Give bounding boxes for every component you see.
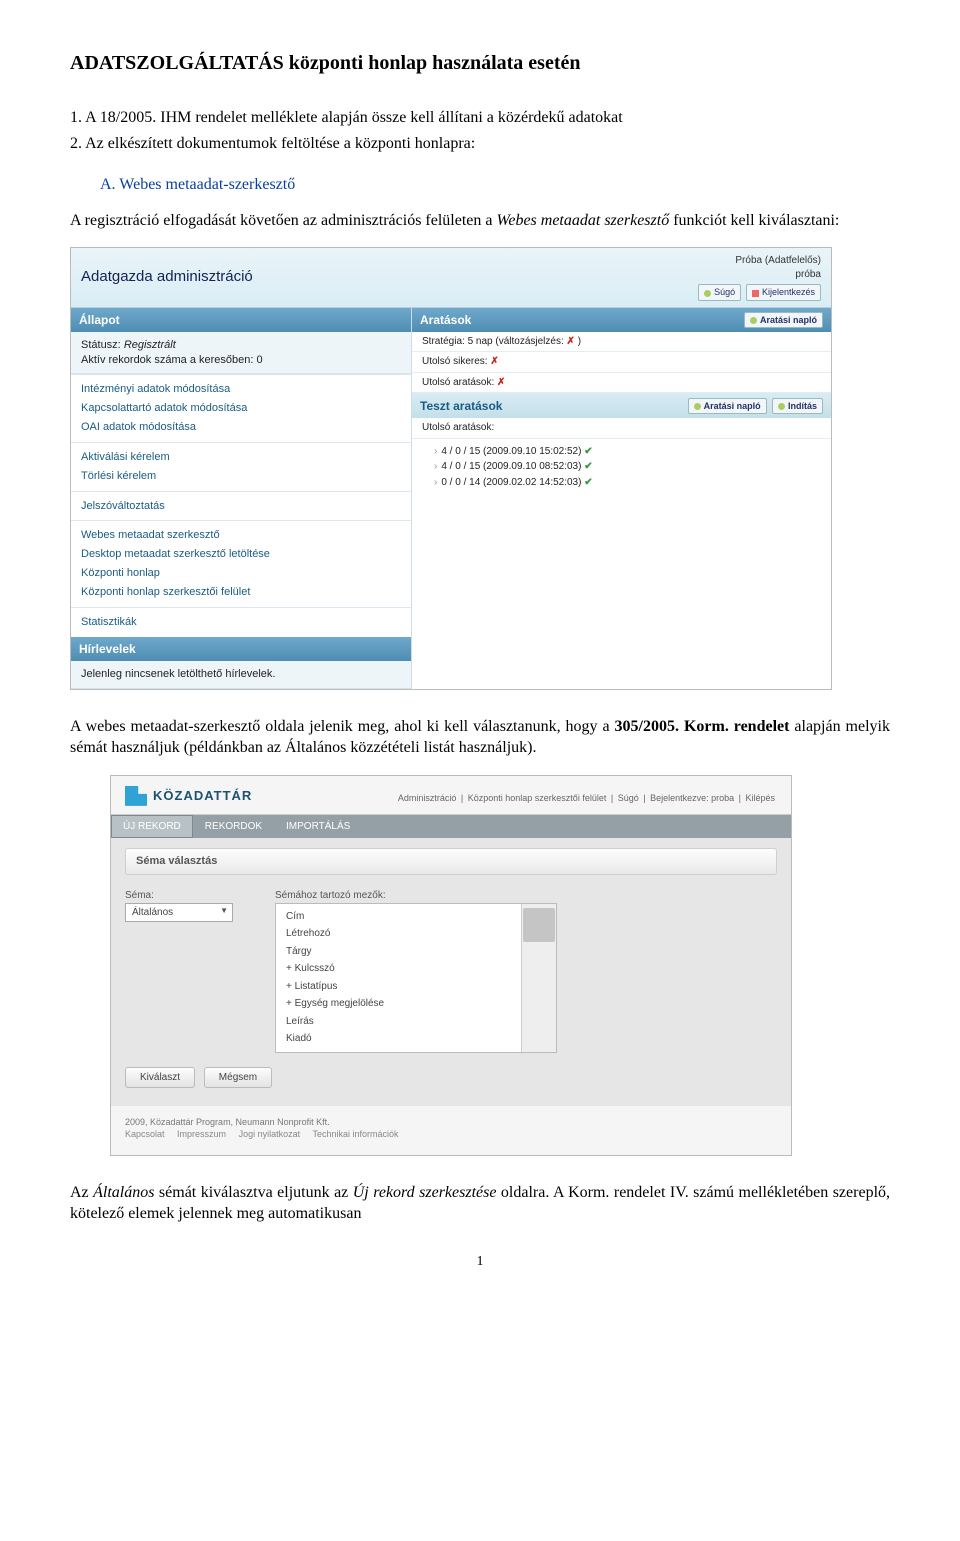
- chevron-right-icon: ›: [434, 461, 437, 472]
- link-webes-metaadat[interactable]: Webes metaadat szerkesztő: [71, 526, 411, 545]
- footer: 2009, Közadattár Program, Neumann Nonpro…: [111, 1106, 791, 1154]
- link-intezmenyi[interactable]: Intézményi adatok módosítása: [71, 380, 411, 399]
- help-icon: [704, 290, 711, 297]
- link-aktivalasi[interactable]: Aktiválási kérelem: [71, 448, 411, 467]
- sema-label: Séma:: [125, 885, 255, 903]
- tab-importalas[interactable]: IMPORTÁLÁS: [274, 815, 362, 839]
- section-aratasok: Aratások Aratási napló: [412, 308, 831, 332]
- check-icon: ✔: [584, 477, 592, 488]
- scrollbar[interactable]: [521, 904, 556, 1052]
- paragraph-2: A webes metaadat-szerkesztő oldala jelen…: [70, 716, 890, 759]
- link-szerkesztoi-felulet[interactable]: Központi honlap szerkesztői felület: [71, 583, 411, 602]
- logout-icon: [752, 290, 759, 297]
- check-icon: ✔: [584, 461, 592, 472]
- logo: KÖZADATTÁR: [125, 786, 252, 806]
- link-torlesi[interactable]: Törlési kérelem: [71, 467, 411, 486]
- fields-listbox[interactable]: Cím Létrehozó Tárgy + Kulcsszó + Listatí…: [275, 903, 557, 1053]
- link-kozponti-honlap[interactable]: Központi honlap: [71, 564, 411, 583]
- footer-link-impresszum[interactable]: Impresszum: [177, 1129, 226, 1139]
- mezok-label: Sémához tartozó mezők:: [275, 885, 557, 903]
- aratasi-naplo-button-2[interactable]: Aratási napló: [688, 398, 767, 414]
- check-icon: ✔: [584, 446, 592, 457]
- field-item: Cím: [276, 908, 556, 926]
- toplink-kilepes[interactable]: Kilépés: [745, 793, 775, 803]
- page-number: 1: [70, 1253, 890, 1272]
- tab-rekordok[interactable]: REKORDOK: [193, 815, 274, 839]
- chevron-right-icon: ›: [434, 477, 437, 488]
- logout-button[interactable]: Kijelentkezés: [746, 284, 821, 300]
- link-oai[interactable]: OAI adatok módosítása: [71, 418, 411, 437]
- toplink-sugo[interactable]: Súgó: [618, 793, 639, 803]
- numbered-list: 1. A 18/2005. IHM rendelet melléklete al…: [70, 107, 890, 154]
- help-button[interactable]: Súgó: [698, 284, 741, 300]
- toplink-admin[interactable]: Adminisztráció: [398, 793, 457, 803]
- play-icon: [778, 403, 785, 410]
- footer-link-technikai[interactable]: Technikai információk: [312, 1129, 398, 1139]
- log-icon: [750, 317, 757, 324]
- tab-uj-rekord[interactable]: ÚJ REKORD: [111, 815, 193, 839]
- link-desktop-letoltes[interactable]: Desktop metaadat szerkesztő letöltése: [71, 545, 411, 564]
- screenshot-admin-panel: Adatgazda adminisztráció Próba (Adatfele…: [70, 247, 832, 689]
- logo-icon: [125, 786, 147, 806]
- field-item: + Kulcsszó: [276, 960, 556, 978]
- screenshot-kozadattar: KÖZADATTÁR Adminisztráció | Központi hon…: [110, 775, 792, 1156]
- footer-link-kapcsolat[interactable]: Kapcsolat: [125, 1129, 165, 1139]
- admin-title: Adatgazda adminisztráció: [81, 267, 253, 287]
- link-jelszo[interactable]: Jelszóváltoztatás: [71, 497, 411, 516]
- section-teszt: Teszt aratások Aratási napló Indítás: [412, 393, 831, 418]
- toplink-user: Bejelentkezve: proba: [650, 793, 734, 803]
- field-item: + Listatípus: [276, 978, 556, 996]
- field-item: Kiadó: [276, 1030, 556, 1048]
- chevron-right-icon: ›: [434, 446, 437, 457]
- panel-title: Séma választás: [125, 848, 777, 875]
- footer-link-jogi[interactable]: Jogi nyilatkozat: [239, 1129, 301, 1139]
- sub-heading-a: A. Webes metaadat-szerkesztő: [100, 174, 890, 196]
- field-item: + Egység megjelölése: [276, 995, 556, 1013]
- harvest-row: ›4 / 0 / 15 (2009.09.10 08:52:03) ✔: [434, 460, 821, 474]
- link-statisztikak[interactable]: Statisztikák: [71, 613, 411, 632]
- link-kapcsolattarto[interactable]: Kapcsolattartó adatok módosítása: [71, 399, 411, 418]
- list-item-1: 1. A 18/2005. IHM rendelet melléklete al…: [70, 107, 890, 129]
- inditas-button[interactable]: Indítás: [772, 398, 823, 414]
- paragraph-3: Az Általános sémát kiválasztva eljutunk …: [70, 1182, 890, 1225]
- toplink-szerkeszto[interactable]: Központi honlap szerkesztői felület: [468, 793, 607, 803]
- field-item: Létrehozó: [276, 925, 556, 943]
- hirlevelek-body: Jelenleg nincsenek letölthető hírlevelek…: [71, 661, 411, 689]
- list-item-2: 2. Az elkészített dokumentumok feltöltés…: [70, 133, 890, 155]
- x-icon: ✗: [490, 356, 498, 367]
- scroll-thumb[interactable]: [523, 908, 555, 942]
- select-button[interactable]: Kiválaszt: [125, 1067, 195, 1089]
- section-allapot: Állapot: [71, 308, 411, 332]
- sema-select[interactable]: Általános: [125, 903, 233, 923]
- harvest-row: ›0 / 0 / 14 (2009.02.02 14:52:03) ✔: [434, 476, 821, 490]
- field-item: Tárgy: [276, 943, 556, 961]
- aratasi-naplo-button[interactable]: Aratási napló: [744, 312, 823, 328]
- section-hirlevelek: Hírlevelek: [71, 637, 411, 661]
- page-title: ADATSZOLGÁLTATÁS központi honlap használ…: [70, 50, 890, 77]
- cancel-button[interactable]: Mégsem: [204, 1067, 272, 1089]
- x-icon: ✗: [567, 336, 575, 347]
- field-item: Leírás: [276, 1013, 556, 1031]
- harvest-row: ›4 / 0 / 15 (2009.09.10 15:02:52) ✔: [434, 445, 821, 459]
- top-link-bar: Adminisztráció | Központi honlap szerkes…: [396, 786, 777, 804]
- log-icon: [694, 403, 701, 410]
- paragraph-1: A regisztráció elfogadását követően az a…: [70, 210, 890, 232]
- x-icon: ✗: [497, 377, 505, 388]
